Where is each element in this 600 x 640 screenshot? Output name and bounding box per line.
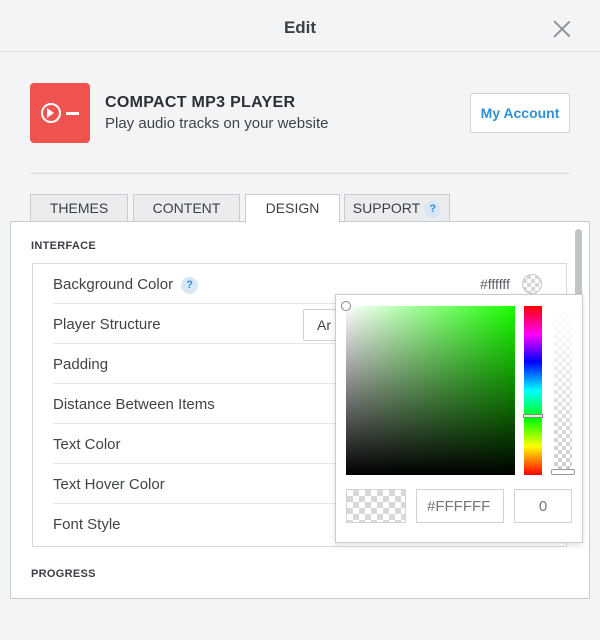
tab-label: THEMES [49, 200, 109, 216]
my-account-button[interactable]: My Account [470, 93, 570, 133]
hue-slider[interactable] [523, 306, 543, 475]
app-description: Play audio tracks on your website [105, 115, 329, 132]
help-icon[interactable]: ? [424, 201, 442, 218]
play-triangle-icon [47, 108, 54, 118]
setting-label: Padding [53, 356, 109, 373]
alpha-slider-handle[interactable] [551, 469, 575, 475]
tab-label: DESIGN [265, 200, 320, 216]
alpha-input[interactable] [514, 489, 572, 523]
scrollbar-thumb[interactable] [575, 229, 582, 304]
modal-title: Edit [283, 18, 317, 37]
saturation-handle[interactable] [341, 301, 351, 311]
color-hex-value: #ffffff [480, 276, 510, 292]
color-preview-swatch [346, 489, 406, 523]
section-title-progress: PROGRESS [31, 568, 96, 580]
help-icon[interactable]: ? [181, 277, 199, 294]
dash-icon [66, 112, 79, 115]
setting-label: Text Hover Color [53, 476, 165, 493]
close-icon[interactable] [553, 20, 571, 38]
setting-label-text: Background Color [53, 276, 174, 293]
app-name: COMPACT MP3 PLAYER [105, 94, 296, 111]
setting-label: Text Color [53, 436, 121, 453]
modal-header: Edit [0, 0, 600, 52]
header-divider [30, 173, 570, 174]
app-logo [30, 83, 90, 143]
tab-support[interactable]: SUPPORT? [344, 194, 450, 222]
alpha-slider[interactable] [551, 306, 575, 475]
tab-content[interactable]: CONTENT [133, 194, 240, 222]
section-title-interface: INTERFACE [31, 240, 97, 252]
hex-color-input[interactable] [416, 489, 504, 523]
tab-themes[interactable]: THEMES [30, 194, 128, 222]
setting-label: Player Structure [53, 316, 161, 333]
tab-design[interactable]: DESIGN [245, 194, 340, 223]
setting-label: Background Color? [53, 276, 199, 294]
setting-label: Distance Between Items [53, 396, 215, 413]
setting-label: Font Style [53, 516, 121, 533]
saturation-value-area[interactable] [341, 301, 515, 475]
hue-slider-handle[interactable] [523, 414, 543, 418]
tab-label: CONTENT [152, 200, 221, 216]
color-swatch-button[interactable] [522, 274, 542, 294]
tab-label: SUPPORT [352, 200, 421, 216]
color-picker-popup [335, 294, 583, 543]
